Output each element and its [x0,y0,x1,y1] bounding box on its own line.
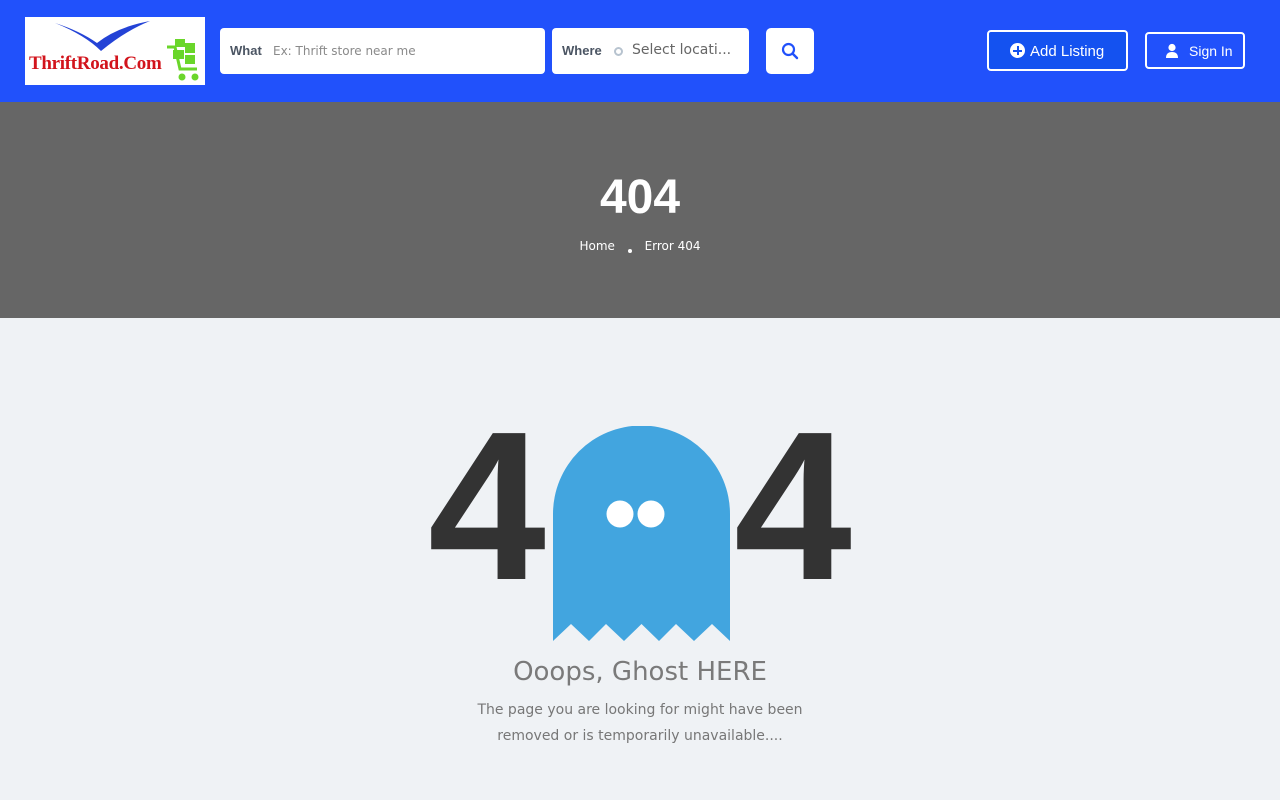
search-button[interactable] [766,28,814,74]
site-header: ThriftRoad.Com What Where Select locati.… [0,0,1280,102]
what-search-input[interactable] [273,38,535,64]
error-digit-right: 4 [734,387,852,624]
breadcrumb-separator [627,249,632,253]
what-label: What [230,43,262,58]
error-digit-left: 4 [428,387,546,624]
breadcrumb: Home Error 404 [0,239,1280,253]
sign-in-button[interactable]: Sign In [1145,32,1245,69]
add-listing-button[interactable]: Add Listing [987,30,1128,71]
ghost-icon [553,426,730,641]
site-logo[interactable]: ThriftRoad.Com [25,17,205,85]
logo-text: ThriftRoad.Com [29,53,162,74]
location-select[interactable]: Select locati... [632,42,731,58]
breadcrumb-current: Error 404 [644,239,701,253]
search-icon [781,42,799,60]
page-title: 404 [599,171,681,224]
location-icon [614,47,623,56]
page-banner: 404 Home Error 404 [0,102,1280,318]
add-listing-label: Add Listing [1030,43,1105,60]
error-message: The page you are looking for might have … [477,702,803,744]
search-where-box[interactable]: Where Select locati... [552,28,749,74]
error-heading: Ooops, Ghost HERE [513,657,767,687]
plus-circle-icon [1010,43,1025,58]
sign-in-label: Sign In [1189,43,1233,59]
user-icon [1166,43,1178,58]
breadcrumb-home-link[interactable]: Home [579,239,614,253]
search-what-box: What [220,28,545,74]
where-label: Where [562,43,602,58]
